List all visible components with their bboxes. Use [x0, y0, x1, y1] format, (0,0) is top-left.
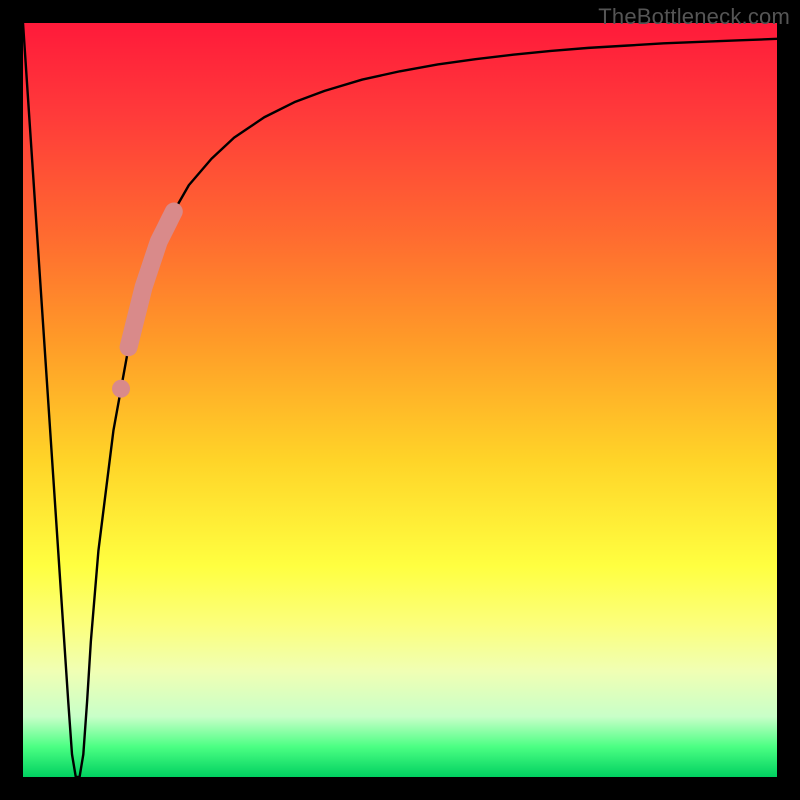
chart-container: TheBottleneck.com	[0, 0, 800, 800]
highlight-dot	[112, 380, 130, 398]
bottleneck-curve-line	[23, 23, 777, 777]
highlight-segment	[129, 212, 174, 348]
chart-plot	[23, 23, 777, 777]
watermark-text: TheBottleneck.com	[598, 4, 790, 30]
